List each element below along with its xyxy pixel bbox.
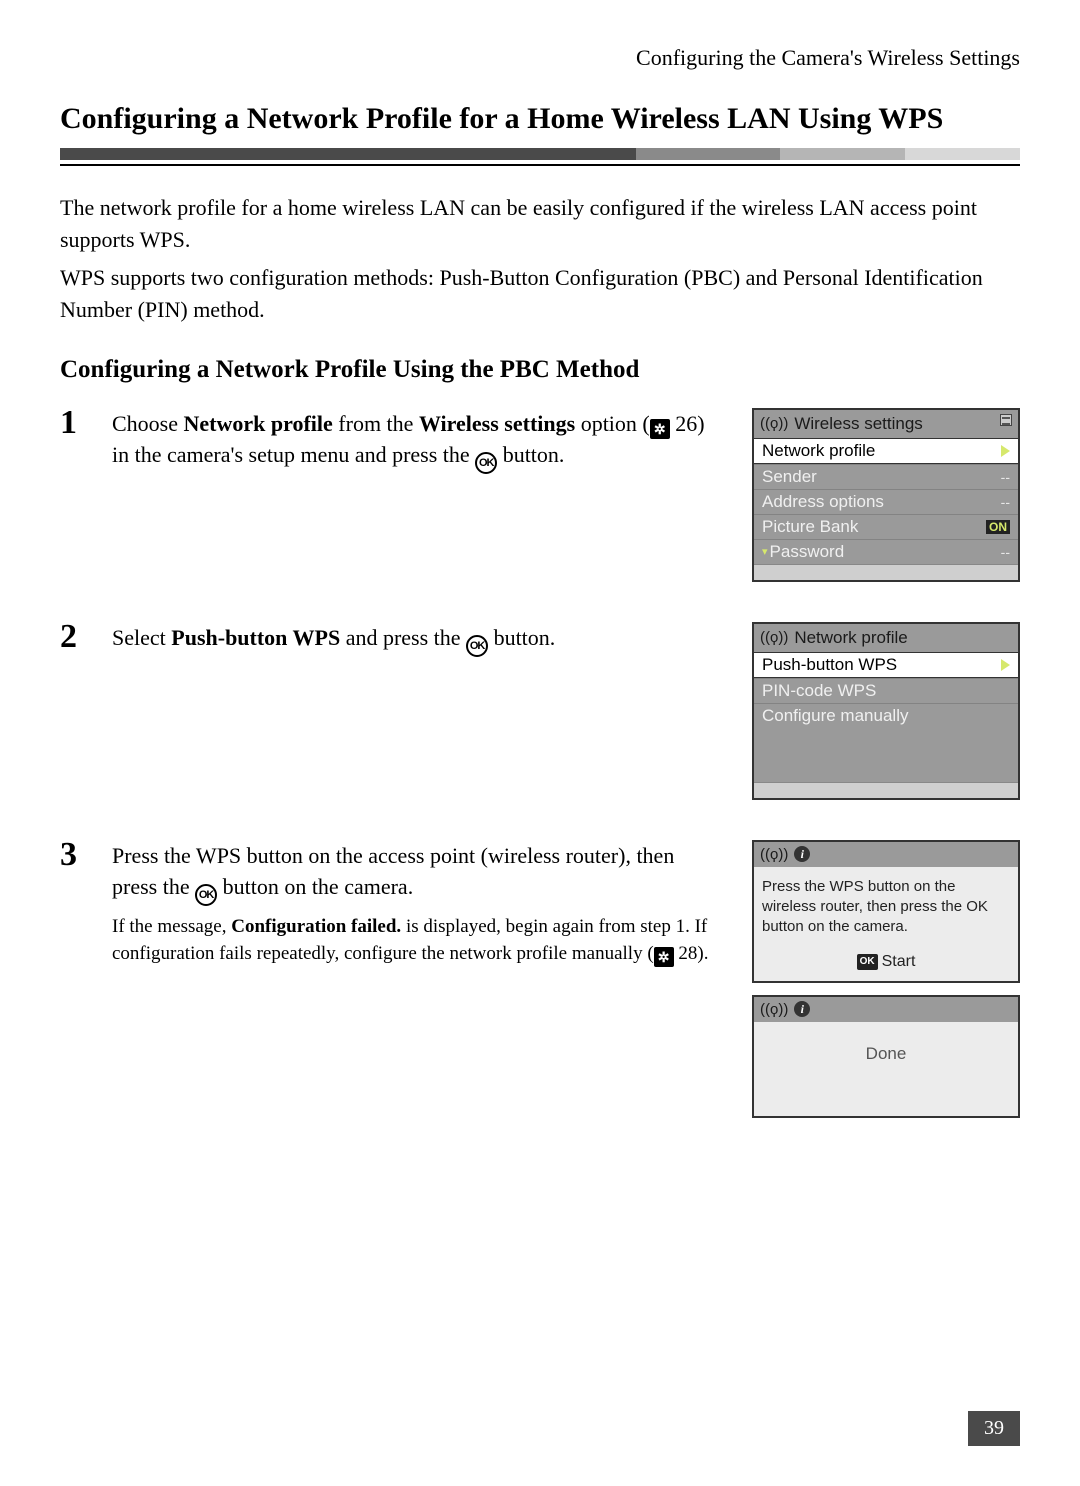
step-number: 2	[60, 620, 92, 654]
ok-button-icon: OK	[466, 635, 488, 657]
ok-button-icon: OK	[195, 884, 217, 906]
screen-header: ((ϙ)) Network profile	[754, 624, 1018, 652]
info-icon: i	[794, 1001, 810, 1017]
camera-screen-done: ((ϙ)) i Done	[752, 995, 1020, 1118]
camera-screen-wps-prompt: ((ϙ)) i Press the WPS button on the wire…	[752, 840, 1020, 983]
screen-header: ((ϙ)) i	[754, 997, 1018, 1022]
subheading: Configuring a Network Profile Using the …	[60, 356, 1020, 384]
step-text: Press the WPS button on the access point…	[112, 840, 732, 968]
menu-item-password: ▾Password--	[754, 539, 1018, 564]
menu-item-address-options: Address options--	[754, 489, 1018, 514]
screen-message: Press the WPS button on the wireless rou…	[754, 867, 1018, 981]
ok-badge-icon: OK	[857, 954, 878, 970]
done-label: Done	[754, 1022, 1018, 1116]
menu-item-configure-manually: Configure manually	[754, 703, 1018, 728]
camera-screen-wireless-settings: ((ϙ)) Wireless settings Network profile …	[752, 408, 1020, 582]
menu-icon	[1000, 414, 1012, 426]
chevron-right-icon	[1001, 445, 1010, 457]
menu-item-network-profile: Network profile	[754, 438, 1018, 464]
reference-icon: ✲	[654, 947, 674, 967]
step-number: 3	[60, 838, 92, 872]
screen-title: Wireless settings	[794, 414, 922, 434]
step-1: 1 Choose Network profile from the Wirele…	[60, 408, 1020, 582]
reference-icon: ✲	[650, 419, 670, 439]
wifi-icon: ((ϙ))	[760, 1001, 788, 1018]
intro-paragraph-1: The network profile for a home wireless …	[60, 192, 1020, 256]
start-line: OKStart	[762, 951, 1010, 973]
divider-thick	[60, 148, 1020, 160]
ok-button-icon: OK	[475, 452, 497, 474]
wifi-icon: ((ϙ))	[760, 415, 788, 432]
divider-thin	[60, 164, 1020, 166]
wifi-icon: ((ϙ))	[760, 629, 788, 646]
screen-header: ((ϙ)) i	[754, 842, 1018, 867]
intro-paragraph-2: WPS supports two configuration methods: …	[60, 262, 1020, 326]
step-number: 1	[60, 406, 92, 440]
wifi-icon: ((ϙ))	[760, 846, 788, 863]
step-text: Select Push-button WPS and press the OK …	[112, 622, 732, 657]
info-icon: i	[794, 846, 810, 862]
page-title: Configuring a Network Profile for a Home…	[60, 99, 1020, 138]
camera-screen-network-profile: ((ϙ)) Network profile Push-button WPS PI…	[752, 622, 1020, 800]
menu-item-pin-code-wps: PIN-code WPS	[754, 678, 1018, 703]
page-number: 39	[968, 1411, 1020, 1446]
menu-item-push-button-wps: Push-button WPS	[754, 652, 1018, 678]
screen-title: Network profile	[794, 628, 907, 648]
step-subtext: If the message, Configuration failed. is…	[112, 914, 722, 967]
step-text: Choose Network profile from the Wireless…	[112, 408, 732, 475]
chevron-right-icon	[1001, 659, 1010, 671]
menu-item-sender: Sender--	[754, 464, 1018, 489]
screen-footer	[754, 564, 1018, 580]
screen-footer	[754, 782, 1018, 798]
step-3: 3 Press the WPS button on the access poi…	[60, 840, 1020, 1118]
step-2: 2 Select Push-button WPS and press the O…	[60, 622, 1020, 800]
more-indicator-icon: ▾	[762, 545, 768, 558]
menu-item-picture-bank: Picture BankON	[754, 514, 1018, 539]
screen-header: ((ϙ)) Wireless settings	[754, 410, 1018, 438]
running-header: Configuring the Camera's Wireless Settin…	[60, 45, 1020, 71]
